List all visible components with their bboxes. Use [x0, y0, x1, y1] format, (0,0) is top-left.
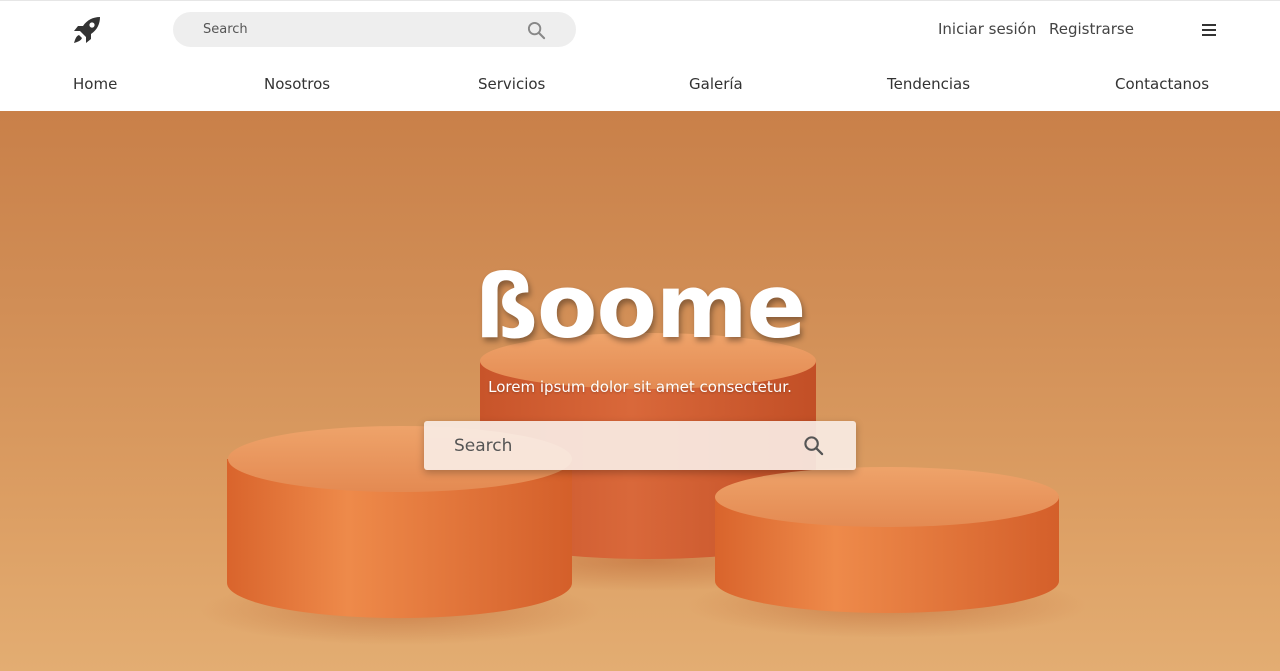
nav-item-servicios[interactable]: Servicios	[478, 75, 545, 93]
header-search-input[interactable]	[173, 12, 513, 47]
brand-title: ßoome	[474, 255, 807, 358]
hero-banner: ßoome Lorem ipsum dolor sit amet consect…	[0, 111, 1280, 671]
hamburger-menu-icon[interactable]	[1202, 23, 1216, 37]
search-icon[interactable]	[803, 435, 824, 456]
header-search-bar	[173, 12, 576, 47]
register-link[interactable]: Registrarse	[1049, 20, 1134, 38]
nav-item-nosotros[interactable]: Nosotros	[264, 75, 330, 93]
hero-search-input[interactable]	[424, 421, 784, 470]
search-icon[interactable]	[527, 21, 546, 40]
nav-item-contactanos[interactable]: Contactanos	[1115, 75, 1209, 93]
nav-item-tendencias[interactable]: Tendencias	[887, 75, 970, 93]
header: Iniciar sesión Registrarse Home Nosotros…	[0, 0, 1280, 111]
nav-item-home[interactable]: Home	[73, 75, 117, 93]
nav-item-galeria[interactable]: Galería	[689, 75, 743, 93]
rocket-icon[interactable]	[71, 14, 103, 46]
hero-search-bar	[424, 421, 856, 470]
login-link[interactable]: Iniciar sesión	[938, 20, 1036, 38]
hero-tagline: Lorem ipsum dolor sit amet consectetur.	[488, 378, 792, 396]
